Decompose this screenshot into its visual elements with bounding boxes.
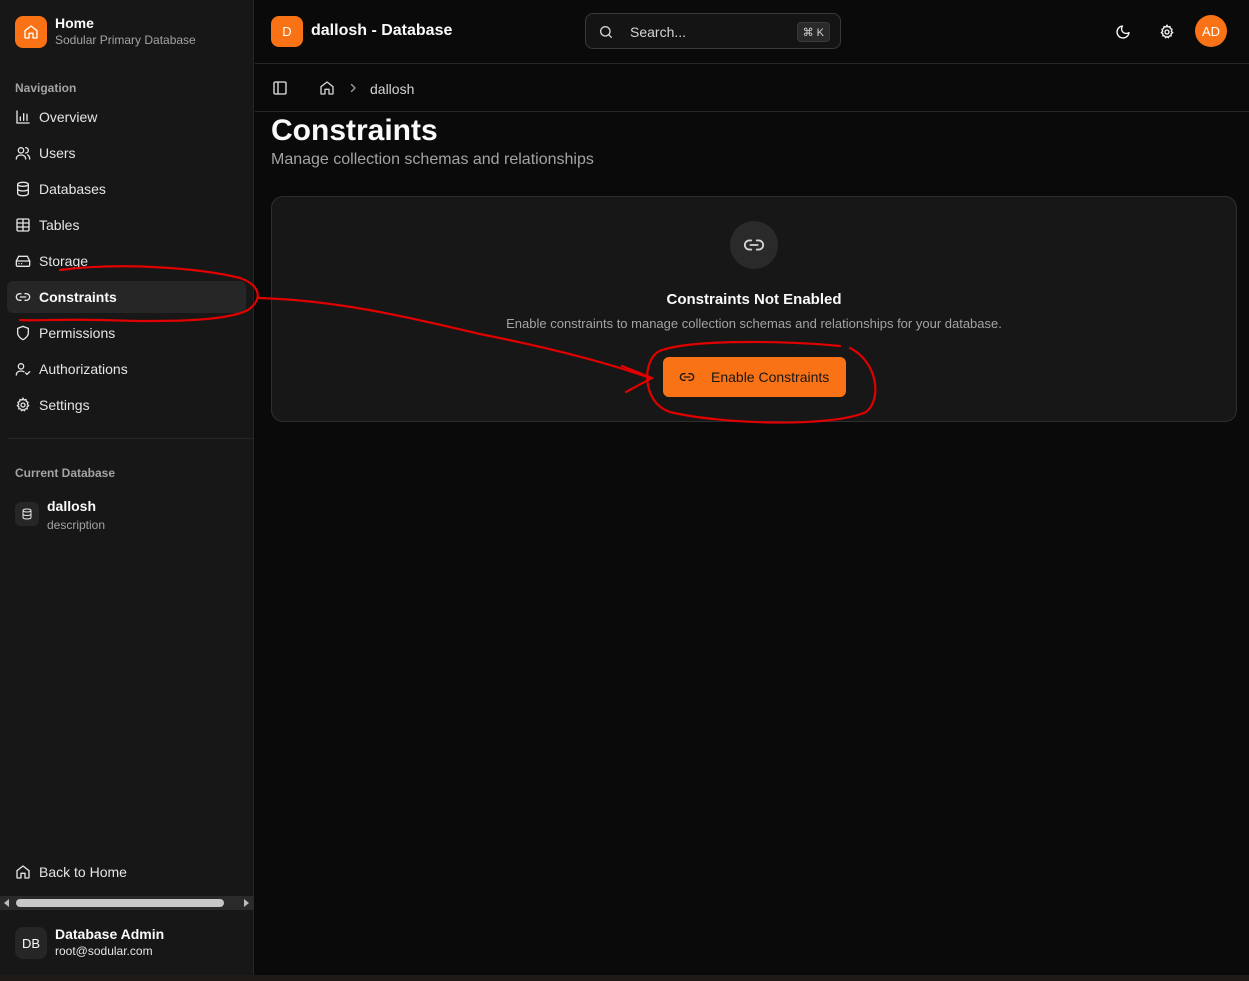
back-to-home-label: Back to Home [39,864,127,880]
user-avatar-button[interactable]: AD [1195,15,1227,47]
breadcrumb-current: dallosh [370,81,415,97]
bar-chart-icon [15,109,31,125]
link-icon [679,369,695,385]
sidebar-item-permissions[interactable]: Permissions [7,317,246,349]
user-email: root@sodular.com [55,944,153,958]
moon-icon [1115,24,1131,40]
sidebar-toggle-icon[interactable] [272,80,288,96]
table-icon [15,217,31,233]
database-icon [15,181,31,197]
sidebar-item-settings[interactable]: Settings [7,389,246,421]
brand-subtitle: Sodular Primary Database [55,33,196,47]
search-icon [598,24,614,40]
taskbar-strip [0,975,1249,981]
sidebar-brand[interactable]: Home Sodular Primary Database [15,15,196,49]
search-placeholder: Search... [630,24,687,40]
page-subtitle: Manage collection schemas and relationsh… [271,151,594,168]
scroll-left-icon[interactable] [4,899,9,907]
sidebar-item-users[interactable]: Users [7,137,246,169]
user-check-icon [15,361,31,377]
current-database[interactable]: dallosh description [15,498,105,535]
sidebar: Home Sodular Primary Database Navigation… [0,0,254,975]
hard-drive-icon [15,253,31,269]
header-title: dallosh - Database [311,22,453,39]
sidebar-item-overview[interactable]: Overview [7,101,246,133]
sidebar-item-label: Permissions [39,325,116,341]
gear-icon [1159,24,1175,40]
empty-state-title: Constraints Not Enabled [666,291,842,308]
sidebar-nav: Overview Users Databases Tables Storage … [7,101,246,425]
empty-state-card: Constraints Not Enabled Enable constrain… [271,196,1237,422]
theme-toggle-button[interactable] [1107,16,1139,48]
sidebar-item-storage[interactable]: Storage [7,245,246,277]
link-icon [15,289,31,305]
current-db-name: dallosh [47,498,97,514]
brand-title: Home [55,15,94,31]
shield-icon [15,325,31,341]
sidebar-item-label: Overview [39,109,98,125]
breadcrumb: dallosh [255,64,1249,112]
sidebar-item-tables[interactable]: Tables [7,209,246,241]
sidebar-item-constraints[interactable]: Constraints [7,281,246,313]
link-icon [730,221,778,269]
user-name: Database Admin [55,926,165,942]
scroll-right-icon[interactable] [244,899,249,907]
current-db-label: Current Database [15,466,116,480]
chevron-right-icon [347,82,359,94]
database-logo: D [271,16,303,47]
sidebar-item-label: Users [39,145,76,161]
sidebar-divider [7,438,253,439]
breadcrumb-home-icon[interactable] [319,80,335,96]
page-title: Constraints [271,114,438,147]
user-menu[interactable]: DB Database Admin root@sodular.com [15,926,164,960]
sidebar-item-databases[interactable]: Databases [7,173,246,205]
sidebar-item-label: Tables [39,217,80,233]
home-icon [15,16,47,48]
database-icon [15,502,39,526]
nav-section-label: Navigation [15,81,77,95]
sidebar-item-authorizations[interactable]: Authorizations [7,353,246,385]
users-icon [15,145,31,161]
settings-button[interactable] [1151,16,1183,48]
search-input[interactable]: Search... ⌘ K [585,13,841,49]
scrollbar-thumb[interactable] [16,899,224,907]
gear-icon [15,397,31,413]
sidebar-item-label: Authorizations [39,361,128,377]
search-shortcut-badge: ⌘ K [796,22,830,42]
top-header: D dallosh - Database Search... ⌘ K AD [255,0,1249,64]
sidebar-item-label: Settings [39,397,90,413]
empty-state-description: Enable constraints to manage collection … [506,316,1002,331]
sidebar-item-label: Databases [39,181,106,197]
enable-constraints-button[interactable]: Enable Constraints [663,357,846,397]
sidebar-item-label: Storage [39,253,89,269]
enable-constraints-label: Enable Constraints [711,369,830,385]
home-icon [15,864,31,880]
sidebar-horizontal-scrollbar[interactable] [0,896,254,910]
user-avatar: DB [15,927,47,959]
back-to-home-link[interactable]: Back to Home [7,856,246,888]
current-db-description: description [47,518,106,532]
sidebar-item-label: Constraints [39,289,117,305]
